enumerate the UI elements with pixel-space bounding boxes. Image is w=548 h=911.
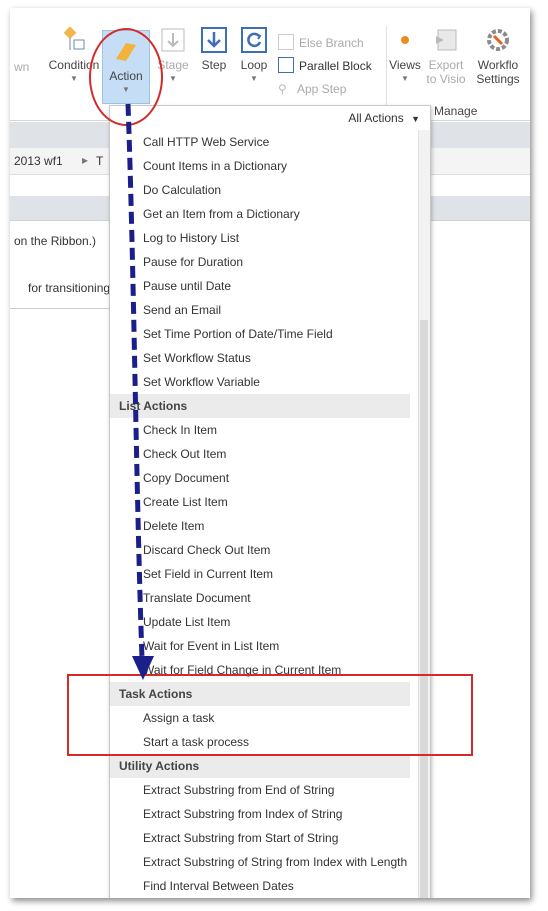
window: wn Condition ▼ Action ▼ Stage ▼ Step Loo… bbox=[10, 8, 530, 898]
annotation-arrow bbox=[125, 103, 154, 680]
